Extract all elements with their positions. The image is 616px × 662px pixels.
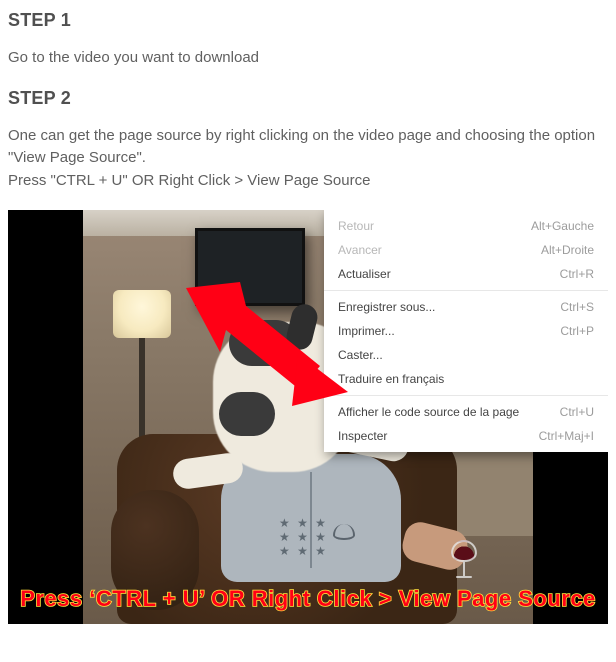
context-menu-item[interactable]: Actualiser Ctrl+R (324, 262, 608, 286)
step1-heading: STEP 1 (8, 10, 608, 31)
step2-body: One can get the page source by right cli… (8, 125, 608, 193)
context-menu[interactable]: Retour Alt+Gauche Avancer Alt+Droite Actuali… (324, 210, 608, 452)
context-menu-separator (324, 290, 608, 291)
context-menu-item[interactable]: Traduire en français (324, 367, 608, 391)
step2-heading: STEP 2 (8, 88, 608, 109)
context-menu-item[interactable]: Inspecter Ctrl+Maj+I (324, 424, 608, 448)
context-menu-item-label: Actualiser (338, 267, 391, 281)
step2-body-line2: Press "CTRL + U" OR Right Click > View P… (8, 172, 370, 189)
context-menu-item-shortcut: Ctrl+Maj+I (539, 429, 594, 443)
context-menu-separator (324, 395, 608, 396)
screenshot-caption: Press ‘CTRL + U’ OR Right Click > View P… (8, 586, 608, 612)
context-menu-item-label: Enregistrer sous... (338, 300, 435, 314)
context-menu-item-label: Avancer (338, 243, 382, 257)
context-menu-item-label: Inspecter (338, 429, 387, 443)
context-menu-item-shortcut: Ctrl+P (560, 324, 594, 338)
context-menu-item-shortcut: Ctrl+R (560, 267, 594, 281)
context-menu-item: Retour Alt+Gauche (324, 214, 608, 238)
context-menu-item[interactable]: Enregistrer sous... Ctrl+S (324, 295, 608, 319)
instruction-screenshot: ★ ★ ★★ ★ ★★ ★ ★ RetourAlt+GaucheAvancerA… (8, 210, 608, 624)
context-menu-item: Avancer Alt+Droite (324, 238, 608, 262)
scene-lamp (113, 290, 171, 378)
context-menu-item-label: Imprimer... (338, 324, 395, 338)
context-menu-item-label: Traduire en français (338, 372, 444, 386)
context-menu-item-label: Caster... (338, 348, 383, 362)
context-menu-item-shortcut: Ctrl+S (560, 300, 594, 314)
context-menu-item-shortcut: Alt+Gauche (531, 219, 594, 233)
context-menu-item-shortcut: Ctrl+U (560, 405, 594, 419)
context-menu-item-label: Retour (338, 219, 374, 233)
step2-body-line1: One can get the page source by right cli… (8, 127, 595, 167)
context-menu-item-label: Afficher le code source de la page (338, 405, 519, 419)
scene-painting (195, 228, 305, 306)
context-menu-item[interactable]: Imprimer... Ctrl+P (324, 319, 608, 343)
context-menu-item[interactable]: Caster... (324, 343, 608, 367)
context-menu-item[interactable]: Afficher le code source de la page Ctrl+U (324, 400, 608, 424)
context-menu-item-shortcut: Alt+Droite (541, 243, 594, 257)
step1-body: Go to the video you want to download (8, 47, 608, 70)
